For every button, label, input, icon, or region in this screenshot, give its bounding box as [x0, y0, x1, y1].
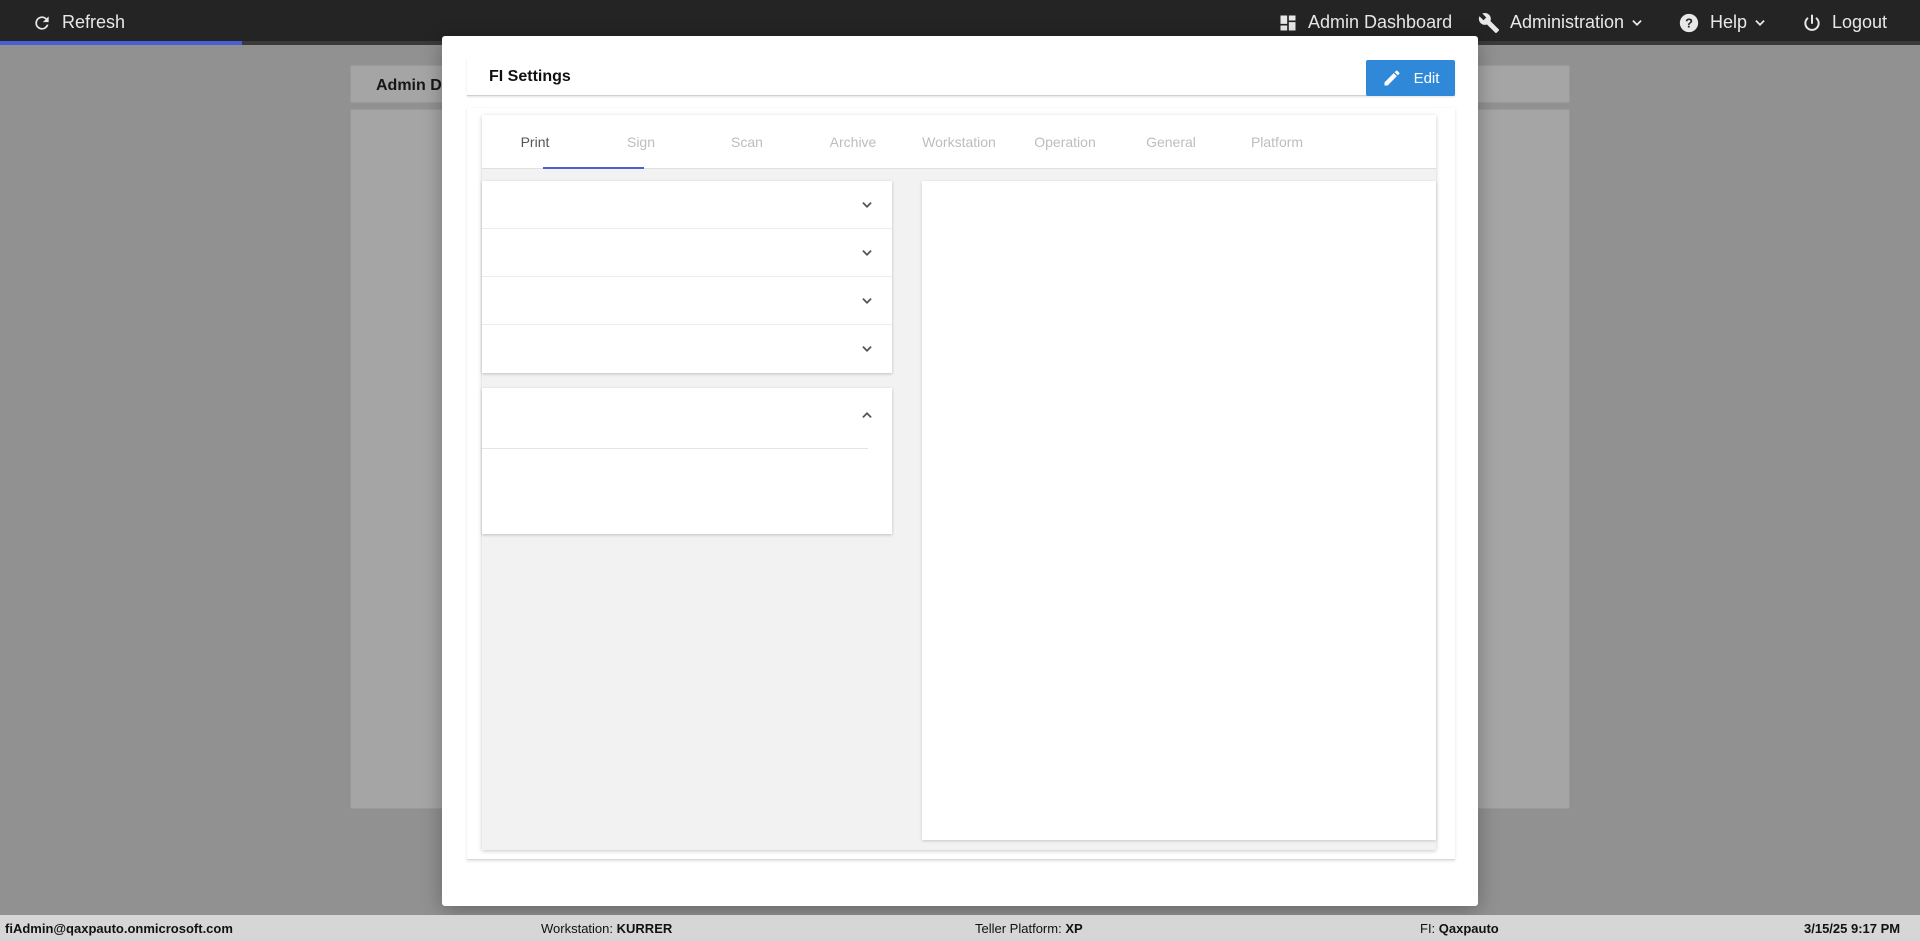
svg-text:?: ?	[1685, 15, 1693, 30]
expanded-accordion	[482, 388, 892, 534]
status-bar: fiAdmin@qaxpauto.onmicrosoft.com Worksta…	[0, 915, 1920, 941]
accordion-item[interactable]	[482, 277, 892, 325]
chevron-down-icon	[862, 250, 872, 256]
accordion-group	[482, 181, 892, 373]
tab-workstation[interactable]: Workstation	[906, 115, 1012, 169]
refresh-icon	[35, 15, 49, 30]
settings-panel: Print Sign Scan Archive Workstation Oper…	[482, 115, 1436, 850]
teller-platform-info: Teller Platform: XP	[975, 921, 1083, 936]
dialog-header: FI Settings Edit	[467, 58, 1455, 96]
tab-sign[interactable]: Sign	[588, 115, 694, 169]
help-icon: ?	[1679, 13, 1699, 32]
accordion-item[interactable]	[482, 229, 892, 277]
logout-button[interactable]: Logout	[1802, 0, 1887, 45]
tab-platform[interactable]: Platform	[1224, 115, 1330, 169]
edit-label: Edit	[1413, 69, 1440, 87]
user-email: fiAdmin@qaxpauto.onmicrosoft.com	[5, 921, 233, 936]
dialog-title: FI Settings	[489, 68, 571, 85]
chevron-down-icon	[862, 202, 872, 208]
administration-label: Administration	[1510, 12, 1625, 32]
administration-menu[interactable]: Administration	[1478, 0, 1644, 45]
chevron-up-icon	[862, 412, 872, 418]
dialog-body: Print Sign Scan Archive Workstation Oper…	[467, 108, 1455, 860]
settings-detail-panel	[922, 181, 1436, 840]
logout-label: Logout	[1832, 12, 1888, 32]
chevron-down-icon	[1632, 19, 1642, 26]
active-tab-indicator	[543, 167, 644, 169]
tab-print[interactable]: Print	[482, 115, 588, 169]
admin-dashboard-label: Admin Dashboard	[1308, 12, 1453, 32]
pencil-icon	[1384, 70, 1400, 86]
workstation-info: Workstation: KURRER	[541, 921, 673, 936]
accordion-item[interactable]	[482, 325, 892, 373]
help-menu[interactable]: ? Help	[1678, 0, 1767, 45]
datetime: 3/15/25 9:17 PM	[1804, 921, 1901, 936]
settings-tabs: Print Sign Scan Archive Workstation Oper…	[482, 115, 1436, 169]
chevron-down-icon	[1755, 19, 1765, 26]
edit-button[interactable]: Edit	[1366, 60, 1455, 96]
dashboard-icon	[1280, 15, 1296, 30]
fi-info: FI: Qaxpauto	[1420, 921, 1499, 936]
accordion-divider	[482, 448, 868, 449]
wrench-icon	[1478, 12, 1500, 33]
tab-archive[interactable]: Archive	[800, 115, 906, 169]
tab-scan[interactable]: Scan	[694, 115, 800, 169]
refresh-label: Refresh	[62, 12, 126, 32]
tab-general[interactable]: General	[1118, 115, 1224, 169]
refresh-button[interactable]: Refresh	[32, 0, 125, 45]
chevron-down-icon	[862, 346, 872, 352]
help-label: Help	[1710, 12, 1748, 32]
power-icon	[1804, 14, 1820, 31]
tab-operation[interactable]: Operation	[1012, 115, 1118, 169]
accordion-item[interactable]	[482, 181, 892, 229]
chevron-down-icon	[862, 298, 872, 304]
fi-settings-dialog: FI Settings Edit Print Sign Scan Archive…	[442, 36, 1478, 906]
accordion-item-expanded[interactable]	[482, 388, 892, 448]
